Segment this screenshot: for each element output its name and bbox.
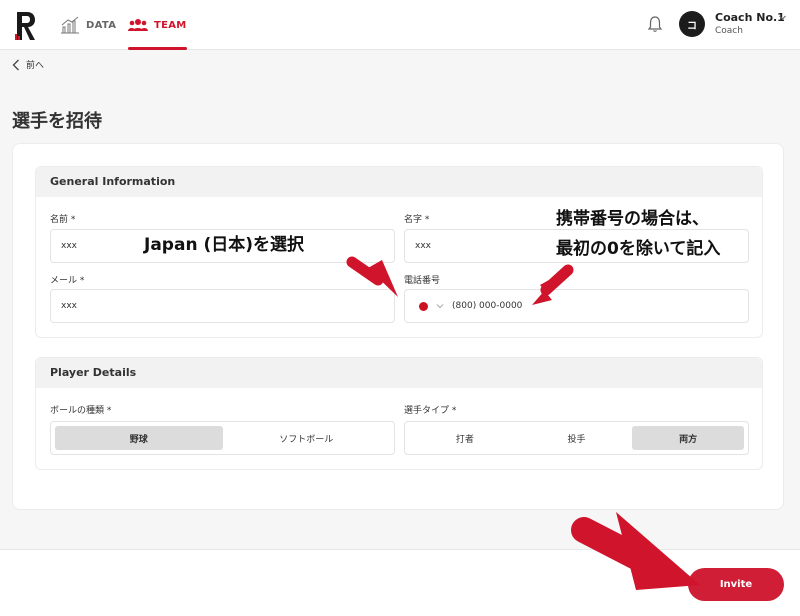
arrow-to-phone [532, 264, 574, 305]
arrow-to-invite [571, 512, 700, 590]
annotation-arrows [346, 256, 700, 590]
arrow-to-flag [346, 256, 398, 297]
